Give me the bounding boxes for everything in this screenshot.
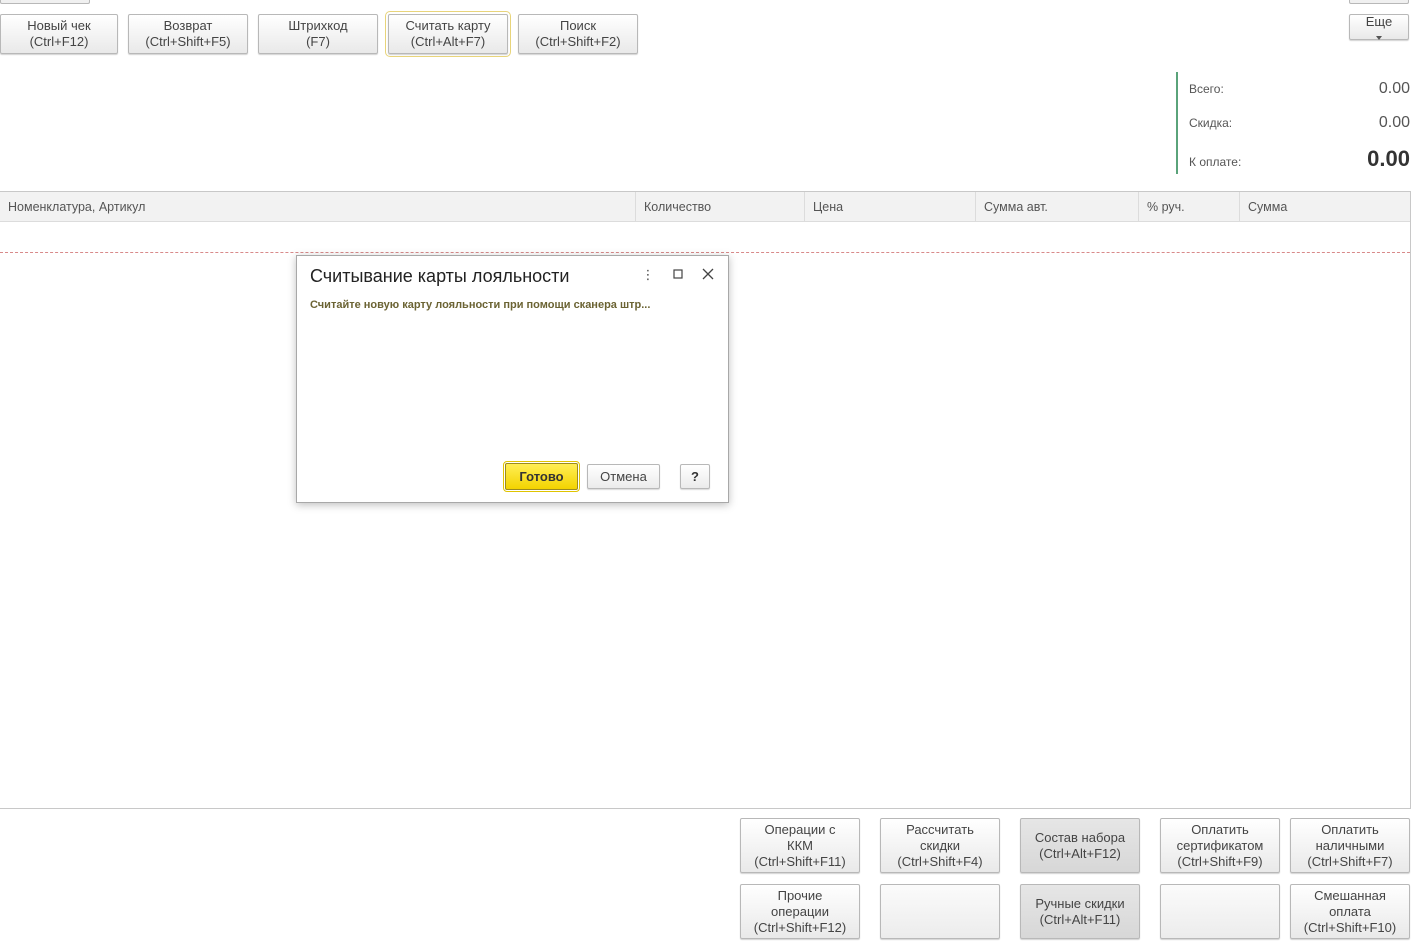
btn-line: (Ctrl+Shift+F4) bbox=[897, 853, 983, 869]
btn-line: Оплатить bbox=[1191, 821, 1249, 837]
read-card-shortcut: (Ctrl+Alt+F7) bbox=[410, 34, 486, 49]
close-icon[interactable] bbox=[701, 268, 715, 282]
btn-line: Состав набора bbox=[1034, 829, 1126, 845]
mixed-payment-button[interactable]: Смешанная оплата (Ctrl+Shift+F10) bbox=[1290, 884, 1410, 939]
search-label: Поиск bbox=[559, 18, 597, 33]
btn-line: Прочие bbox=[777, 887, 823, 903]
btn-line: Операции с bbox=[764, 821, 836, 837]
read-card-label: Считать карту bbox=[405, 18, 491, 33]
btn-line: (Ctrl+Alt+F11) bbox=[1039, 911, 1121, 927]
btn-line: операции bbox=[771, 903, 829, 919]
kkm-operations-button[interactable]: Операции с ККМ (Ctrl+Shift+F11) bbox=[740, 818, 860, 873]
column-sum[interactable]: Сумма bbox=[1240, 192, 1411, 222]
barcode-button[interactable]: Штрихкод (F7) bbox=[258, 14, 378, 54]
read-card-button[interactable]: Считать карту (Ctrl+Alt+F7) bbox=[385, 11, 511, 57]
barcode-shortcut: (F7) bbox=[306, 34, 330, 49]
loyalty-card-dialog: Считывание карты лояльности ⋮ Считайте н… bbox=[296, 255, 729, 503]
topay-label: К оплате: bbox=[1189, 155, 1242, 169]
discount-label: Скидка: bbox=[1189, 116, 1233, 130]
total-row: Всего: 0.00 bbox=[1189, 80, 1410, 98]
btn-line: скидки bbox=[920, 837, 960, 853]
pay-cash-button[interactable]: Оплатить наличными (Ctrl+Shift+F7) bbox=[1290, 818, 1410, 873]
btn-line: оплата bbox=[1329, 903, 1371, 919]
new-receipt-button[interactable]: Новый чек (Ctrl+F12) bbox=[0, 14, 118, 54]
btn-line: (Ctrl+Shift+F10) bbox=[1303, 919, 1397, 935]
btn-line: Оплатить bbox=[1321, 821, 1379, 837]
topay-row: К оплате: 0.00 bbox=[1189, 146, 1410, 172]
pay-by-certificate-button[interactable]: Оплатить сертификатом (Ctrl+Shift+F9) bbox=[1160, 818, 1280, 873]
empty-button-1 bbox=[880, 884, 1000, 939]
top-left-stub bbox=[0, 0, 90, 4]
column-quantity[interactable]: Количество bbox=[636, 192, 805, 222]
dialog-title: Считывание карты лояльности bbox=[310, 266, 570, 286]
more-vert-icon[interactable]: ⋮ bbox=[641, 268, 655, 282]
btn-line: наличными bbox=[1315, 837, 1385, 853]
more-label: Еще bbox=[1365, 14, 1393, 29]
calculate-discounts-button[interactable]: Рассчитать скидки (Ctrl+Shift+F4) bbox=[880, 818, 1000, 873]
topay-value: 0.00 bbox=[1367, 146, 1410, 171]
search-button[interactable]: Поиск (Ctrl+Shift+F2) bbox=[518, 14, 638, 54]
discount-value: 0.00 bbox=[1378, 114, 1410, 131]
empty-button-2 bbox=[1160, 884, 1280, 939]
done-button[interactable]: Готово bbox=[503, 461, 580, 492]
column-manual-percent[interactable]: % руч. bbox=[1139, 192, 1240, 222]
column-item[interactable]: Номенклатура, Артикул bbox=[0, 192, 636, 222]
table-header: Номенклатура, Артикул Количество Цена Су… bbox=[0, 192, 1410, 222]
btn-line: Ручные скидки bbox=[1035, 895, 1125, 911]
return-button[interactable]: Возврат (Ctrl+Shift+F5) bbox=[128, 14, 248, 54]
btn-line: (Ctrl+Shift+F11) bbox=[754, 853, 846, 869]
new-receipt-label: Новый чек bbox=[27, 18, 91, 33]
column-auto-sum[interactable]: Сумма авт. bbox=[976, 192, 1139, 222]
more-button[interactable]: Еще bbox=[1349, 14, 1409, 40]
search-shortcut: (Ctrl+Shift+F2) bbox=[535, 34, 621, 49]
return-shortcut: (Ctrl+Shift+F5) bbox=[145, 34, 231, 49]
chevron-down-icon bbox=[1376, 36, 1382, 40]
manual-discounts-button[interactable]: Ручные скидки (Ctrl+Alt+F11) bbox=[1020, 884, 1140, 939]
row-separator bbox=[0, 252, 1410, 253]
cancel-button[interactable]: Отмена bbox=[587, 464, 660, 489]
return-label: Возврат bbox=[163, 18, 213, 33]
btn-line: (Ctrl+Shift+F7) bbox=[1307, 853, 1393, 869]
maximize-icon[interactable] bbox=[671, 268, 685, 282]
btn-line: сертификатом bbox=[1176, 837, 1264, 853]
btn-line: ККМ bbox=[787, 837, 813, 853]
btn-line: (Ctrl+Alt+F12) bbox=[1039, 845, 1121, 861]
total-value: 0.00 bbox=[1378, 80, 1410, 97]
column-price[interactable]: Цена bbox=[805, 192, 976, 222]
btn-line: Рассчитать bbox=[906, 821, 974, 837]
dialog-message: Считайте новую карту лояльности при помо… bbox=[310, 299, 651, 311]
kit-composition-button[interactable]: Состав набора (Ctrl+Alt+F12) bbox=[1020, 818, 1140, 873]
total-label: Всего: bbox=[1189, 82, 1224, 96]
btn-line: (Ctrl+Shift+F9) bbox=[1177, 853, 1263, 869]
discount-row: Скидка: 0.00 bbox=[1189, 114, 1410, 132]
new-receipt-shortcut: (Ctrl+F12) bbox=[29, 34, 89, 49]
help-button[interactable]: ? bbox=[680, 464, 710, 489]
other-operations-button[interactable]: Прочие операции (Ctrl+Shift+F12) bbox=[740, 884, 860, 939]
barcode-label: Штрихкод bbox=[288, 18, 348, 33]
btn-line: (Ctrl+Shift+F12) bbox=[753, 919, 847, 935]
totals-panel: Всего: 0.00 Скидка: 0.00 К оплате: 0.00 bbox=[1176, 72, 1410, 174]
btn-line: Смешанная bbox=[1314, 887, 1386, 903]
top-right-stub bbox=[1349, 0, 1409, 4]
